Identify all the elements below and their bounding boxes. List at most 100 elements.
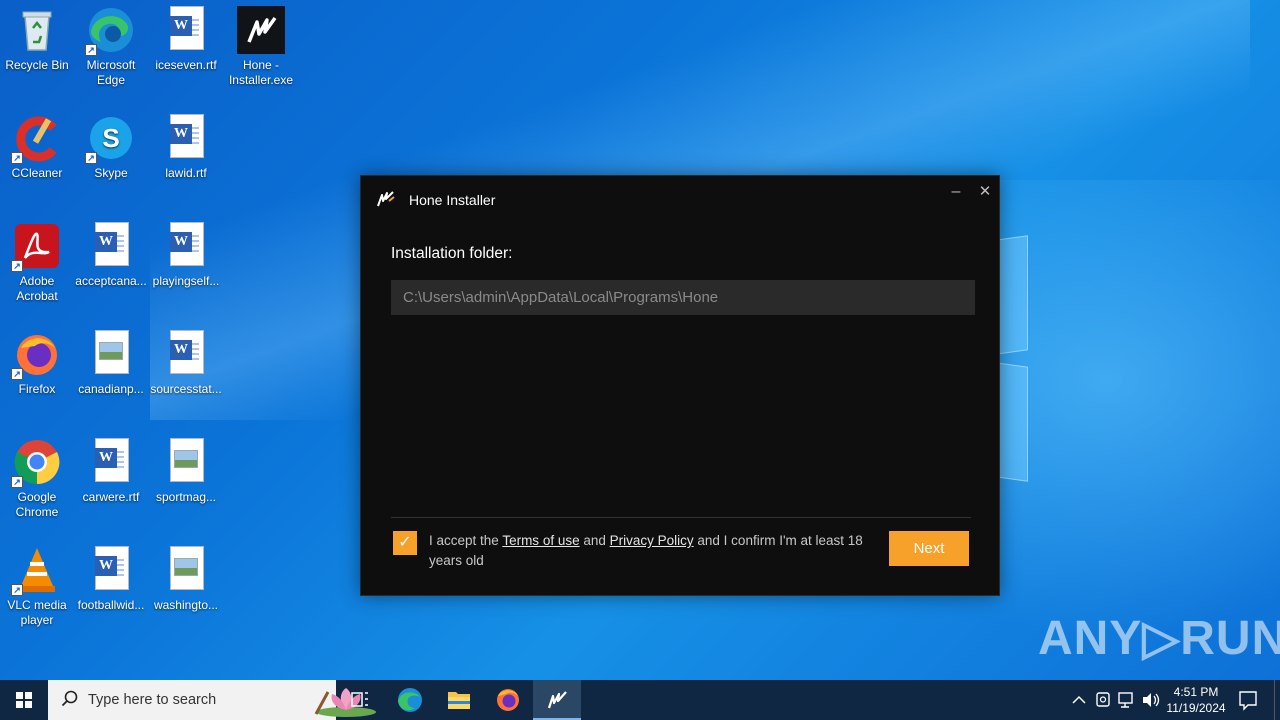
hone-installer-window: Hone Installer – ✕ Installation folder: … [360,175,1000,596]
desktop-icon-label: Microsoft Edge [86,58,136,87]
network-icon [1118,692,1133,708]
desktop-icon-label: iceseven.rtf [155,58,217,72]
terms-of-use-link[interactable]: Terms of use [502,533,579,548]
image-file-icon [87,330,135,378]
taskbar-clock[interactable]: 4:51 PM 11/19/2024 [1160,684,1232,716]
desktop-icon-skype[interactable]: S ↗ Skype [74,114,148,181]
desktop-icon-microsoft-edge[interactable]: ↗ Microsoft Edge [74,6,148,88]
desktop-icon-label: canadianp... [78,382,144,396]
installation-folder-label: Installation folder: [391,245,513,262]
close-button[interactable]: ✕ [972,182,998,202]
next-button[interactable]: Next [889,531,969,566]
clock-date: 11/19/2024 [1166,701,1226,715]
desktop-icon-label: Firefox [18,382,56,396]
desktop-icon-washingto[interactable]: washingto... [149,546,223,613]
word-document-icon: W [162,114,210,162]
desktop-icon-label: playingself... [152,274,220,288]
desktop-icon-acceptcana[interactable]: W acceptcana... [74,222,148,289]
notification-center-button[interactable] [1236,680,1260,720]
word-document-icon: W [162,330,210,378]
privacy-policy-link[interactable]: Privacy Policy [610,533,694,548]
edge-icon [398,688,422,712]
desktop-icon-label: footballwid... [77,598,145,612]
taskbar-firefox-button[interactable] [484,680,532,720]
shortcut-arrow-icon: ↗ [11,260,23,272]
desktop-icon-label: Recycle Bin [5,58,69,72]
image-file-icon [162,438,210,486]
desktop-icon-label: VLC media player [7,598,67,627]
desktop-icon-label: Adobe Acrobat [16,274,58,303]
edge-icon: ↗ [85,6,135,56]
recycle-bin-icon [13,6,61,54]
task-view-button[interactable] [336,680,384,720]
adobe-acrobat-icon: ↗ [11,222,61,272]
desktop-icon-label: washingto... [153,598,219,612]
notification-icon [1239,691,1257,711]
desktop-icon-label: sportmag... [155,490,217,504]
word-document-icon: W [87,438,135,486]
shortcut-arrow-icon: ↗ [11,476,23,488]
desktop-icon-label: CCleaner [11,166,63,180]
shortcut-arrow-icon: ↗ [85,152,97,164]
firefox-icon: ↗ [11,330,61,380]
desktop-icon-ccleaner[interactable]: ↗ CCleaner [0,114,74,181]
desktop-icon-google-chrome[interactable]: ↗ Google Chrome [0,438,74,520]
desktop-icon-vlc[interactable]: ↗ VLC media player [0,546,74,628]
accept-and-text: and [579,533,610,548]
show-desktop-button[interactable] [1274,680,1280,720]
installation-folder-input[interactable] [391,280,975,315]
desktop-icon-label: lawid.rtf [165,166,207,180]
network-button[interactable] [1116,680,1138,720]
accept-terms-text: I accept the Terms of use and Privacy Po… [429,531,869,571]
svg-text:S: S [102,123,119,153]
taskbar: Type here to search 4:51 PM 11/19/2024 [0,680,1280,720]
clock-time: 4:51 PM [1173,685,1219,699]
taskbar-edge-button[interactable] [386,680,434,720]
word-document-icon: W [162,6,210,54]
hone-logo-icon [375,189,397,209]
shortcut-arrow-icon: ↗ [11,152,23,164]
shortcut-arrow-icon: ↗ [85,44,97,56]
window-title: Hone Installer [409,192,496,208]
ccleaner-icon: ↗ [11,114,61,164]
desktop-icon-recycle-bin[interactable]: Recycle Bin [0,6,74,73]
taskbar-file-explorer-button[interactable] [435,680,483,720]
word-document-icon: W [87,546,135,594]
taskbar-hone-installer-button[interactable] [533,680,581,720]
desktop-icon-iceseven[interactable]: W iceseven.rtf [149,6,223,73]
task-view-icon [351,692,368,707]
hone-app-icon [237,6,285,54]
desktop-icon-footballwid[interactable]: W footballwid... [74,546,148,613]
firefox-icon [497,689,519,711]
desktop-icon-label: sourcesstat... [150,382,222,396]
desktop-icon-firefox[interactable]: ↗ Firefox [0,330,74,397]
folder-icon [448,692,470,709]
desktop-icon-adobe-acrobat[interactable]: ↗ Adobe Acrobat [0,222,74,304]
taskbar-search-box[interactable]: Type here to search [48,680,376,720]
desktop-icon-label: acceptcana... [75,274,147,288]
desktop-icon-lawid[interactable]: W lawid.rtf [149,114,223,181]
volume-icon [1143,693,1160,707]
volume-button[interactable] [1140,680,1162,720]
desktop-icon-hone-installer[interactable]: Hone - Installer.exe [224,6,298,88]
tray-device-button[interactable] [1092,680,1114,720]
search-placeholder: Type here to search [88,692,217,708]
chevron-up-icon [1072,695,1086,704]
divider [391,517,971,518]
image-file-icon [162,546,210,594]
chrome-icon: ↗ [11,438,61,488]
desktop-icon-label: carwere.rtf [82,490,140,504]
desktop-icon-label: Hone - Installer.exe [228,58,294,87]
desktop-icon-sourcesstat[interactable]: W sourcesstat... [149,330,223,397]
anyrun-watermark: ANY▷RUN [1038,612,1280,665]
minimize-button[interactable]: – [943,182,969,202]
accept-terms-checkbox[interactable]: ✓ [393,531,417,555]
start-button[interactable] [0,680,48,720]
windows-start-icon [16,692,32,708]
desktop-icon-canadianp[interactable]: canadianp... [74,330,148,397]
desktop-icon-carwere[interactable]: W carwere.rtf [74,438,148,505]
show-hidden-icons-button[interactable] [1068,680,1090,720]
desktop-icon-sportmag[interactable]: sportmag... [149,438,223,505]
shortcut-arrow-icon: ↗ [11,368,23,380]
desktop-icon-playingself[interactable]: W playingself... [149,222,223,289]
